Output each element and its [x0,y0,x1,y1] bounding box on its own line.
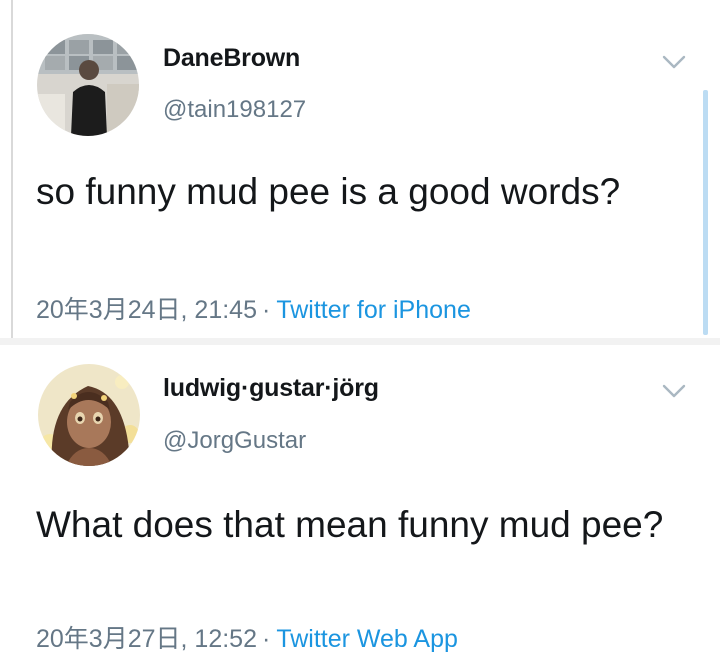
tweet-text: so funny mud pee is a good words? [36,171,621,212]
chevron-down-icon[interactable] [660,381,688,401]
display-name[interactable]: DaneBrown [163,44,300,73]
tweet-source-link[interactable]: Twitter Web App [276,625,458,653]
meta-separator: · [261,625,271,653]
scrollbar[interactable] [703,90,708,335]
avatar[interactable] [37,34,139,136]
display-name[interactable]: ludwig·gustar·jörg [163,374,379,403]
tweet-text: What does that mean funny mud pee? [36,504,664,545]
timestamp[interactable]: 20年3月24日, 21:45 [36,296,257,324]
left-border-line [11,0,13,340]
chevron-down-icon[interactable] [660,52,688,72]
avatar-photo-icon [37,34,139,136]
timestamp[interactable]: 20年3月27日, 12:52 [36,625,257,653]
user-handle[interactable]: @tain198127 [163,96,306,124]
tweet-meta: 20年3月27日, 12:52 · Twitter Web App [36,619,458,655]
tweet-meta: 20年3月24日, 21:45 · Twitter for iPhone [36,290,471,326]
tweet-card[interactable]: ludwig·gustar·jörg @JorgGustar What does… [0,345,720,671]
tweet-source-link[interactable]: Twitter for iPhone [276,296,471,324]
avatar-illustration-icon [38,364,140,466]
meta-separator: · [261,296,271,324]
user-handle[interactable]: @JorgGustar [163,427,306,455]
tweet-card[interactable]: DaneBrown @tain198127 so funny mud pee i… [0,0,720,340]
avatar[interactable] [38,364,140,466]
